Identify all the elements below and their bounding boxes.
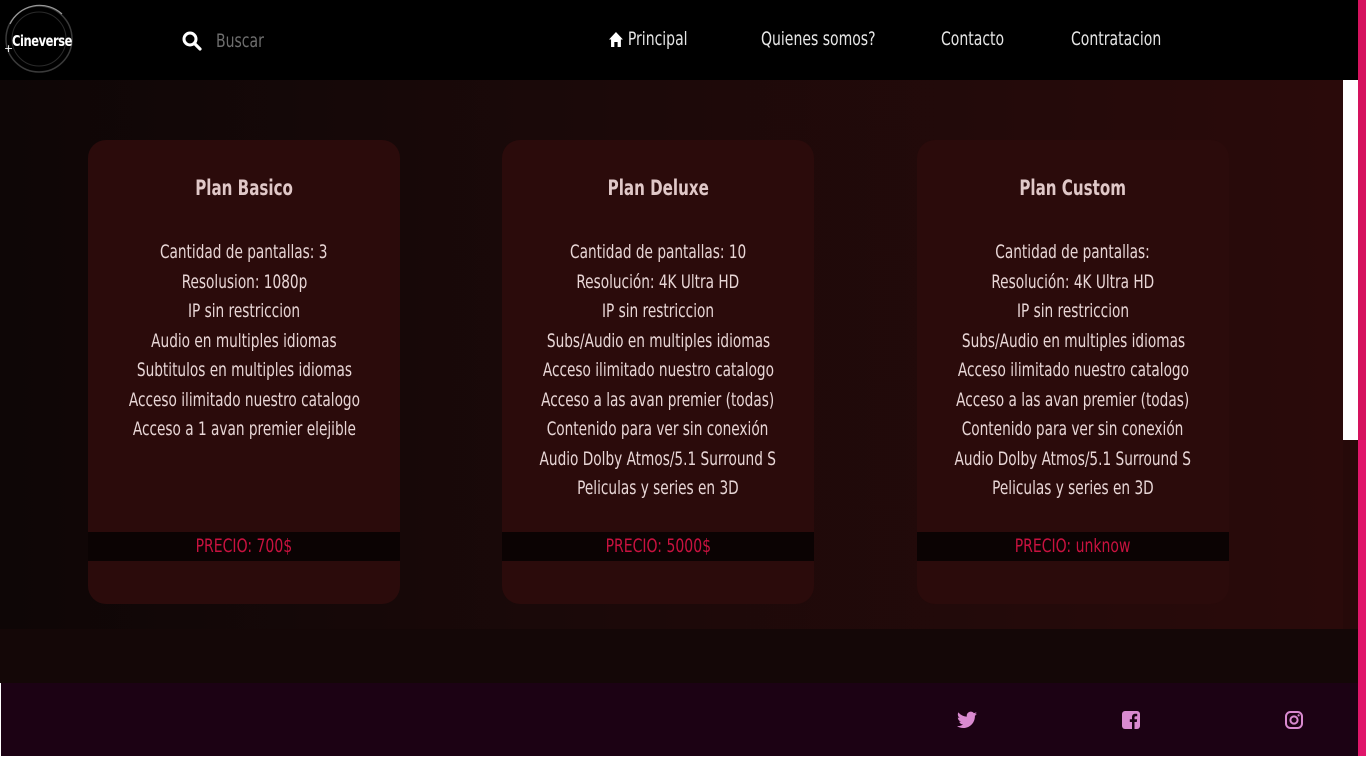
search-input[interactable] bbox=[216, 30, 380, 52]
nav-label-contratacion: Contratacion bbox=[1071, 28, 1162, 50]
plan-card-deluxe: Plan Deluxe Cantidad de pantallas: 10 Re… bbox=[502, 140, 814, 604]
plans-section: Plan Basico Cantidad de pantallas: 3 Res… bbox=[0, 80, 1343, 629]
plan-price: PRECIO: 700$ bbox=[88, 532, 400, 561]
plan-title: Plan Basico bbox=[195, 176, 293, 200]
plan-title: Plan Custom bbox=[1019, 176, 1127, 200]
footer bbox=[1, 683, 1358, 756]
accent-sidebar-lower bbox=[1358, 440, 1366, 756]
plan-card-basico: Plan Basico Cantidad de pantallas: 3 Res… bbox=[88, 140, 400, 604]
plan-feature: IP sin restriccion bbox=[601, 300, 715, 322]
plan-feature: Acceso a 1 avan premier elejible bbox=[132, 418, 356, 440]
search-box bbox=[182, 28, 416, 54]
facebook-icon[interactable] bbox=[1122, 711, 1140, 734]
plan-feature: Contenido para ver sin conexión bbox=[547, 418, 769, 440]
plan-feature: Peliculas y series en 3D bbox=[577, 477, 739, 499]
plan-title: Plan Deluxe bbox=[607, 176, 709, 200]
plan-feature: Subs/Audio en multiples idiomas bbox=[961, 329, 1185, 352]
plan-price: PRECIO: 5000$ bbox=[502, 532, 814, 561]
plan-feature: Audio Dolby Atmos/5.1 Surround S bbox=[954, 447, 1192, 470]
plan-feature: Acceso a las avan premier (todas) bbox=[541, 388, 775, 411]
twitter-icon[interactable] bbox=[957, 711, 977, 734]
plan-feature: IP sin restriccion bbox=[1016, 300, 1130, 322]
plan-feature: IP sin restriccion bbox=[187, 300, 301, 322]
logo-text: Cineverse bbox=[12, 32, 73, 50]
plan-features: Cantidad de pantallas: Resolución: 4K Ul… bbox=[917, 238, 1229, 504]
nav-item-principal[interactable]: Principal bbox=[609, 28, 688, 50]
plan-features: Cantidad de pantallas: 10 Resolución: 4K… bbox=[502, 238, 814, 504]
plan-feature: Acceso ilimitado nuestro catalogo bbox=[957, 359, 1189, 381]
plan-feature: Resolución: 4K Ultra HD bbox=[991, 270, 1155, 293]
plan-feature: Subtitulos en multiples idiomas bbox=[136, 359, 352, 381]
plan-feature: Acceso a las avan premier (todas) bbox=[956, 388, 1190, 411]
nav-item-contratacion[interactable]: Contratacion bbox=[1071, 28, 1161, 50]
plan-price: PRECIO: unknow bbox=[917, 532, 1229, 561]
plan-feature: Resolución: 4K Ultra HD bbox=[576, 270, 740, 293]
plan-feature: Peliculas y series en 3D bbox=[992, 477, 1154, 499]
plan-feature: Subs/Audio en multiples idiomas bbox=[546, 329, 770, 352]
home-icon bbox=[609, 31, 623, 47]
nav-item-quienes-somos[interactable]: Quienes somos? bbox=[761, 28, 876, 50]
plan-feature: Resolusion: 1080p bbox=[181, 270, 307, 293]
nav-label-contacto: Contacto bbox=[941, 28, 1005, 50]
header-bar: + Cineverse Principal Quienes somos? Con… bbox=[0, 0, 1358, 80]
search-icon[interactable] bbox=[182, 31, 202, 51]
plan-features: Cantidad de pantallas: 3 Resolusion: 108… bbox=[88, 238, 400, 445]
instagram-icon[interactable] bbox=[1285, 711, 1303, 734]
plan-feature: Contenido para ver sin conexión bbox=[962, 418, 1184, 440]
section-spacer bbox=[0, 629, 1358, 683]
plan-feature: Acceso ilimitado nuestro catalogo bbox=[542, 359, 774, 381]
plan-card-custom: Plan Custom Cantidad de pantallas: Resol… bbox=[917, 140, 1229, 604]
plan-feature: Cantidad de pantallas: 10 bbox=[569, 241, 747, 263]
plan-feature: Cantidad de pantallas: bbox=[995, 241, 1151, 263]
plan-feature: Acceso ilimitado nuestro catalogo bbox=[128, 388, 360, 411]
plan-feature: Audio en multiples idiomas bbox=[151, 329, 337, 352]
accent-sidebar bbox=[1358, 0, 1366, 440]
nav-label-principal: Principal bbox=[627, 28, 688, 50]
nav-item-contacto[interactable]: Contacto bbox=[941, 28, 1004, 50]
plan-feature: Audio Dolby Atmos/5.1 Surround S bbox=[539, 447, 777, 470]
plan-feature: Cantidad de pantallas: 3 bbox=[160, 241, 328, 263]
nav-label-quienes-somos: Quienes somos? bbox=[761, 28, 876, 50]
cineverse-logo[interactable]: + Cineverse bbox=[2, 4, 74, 76]
